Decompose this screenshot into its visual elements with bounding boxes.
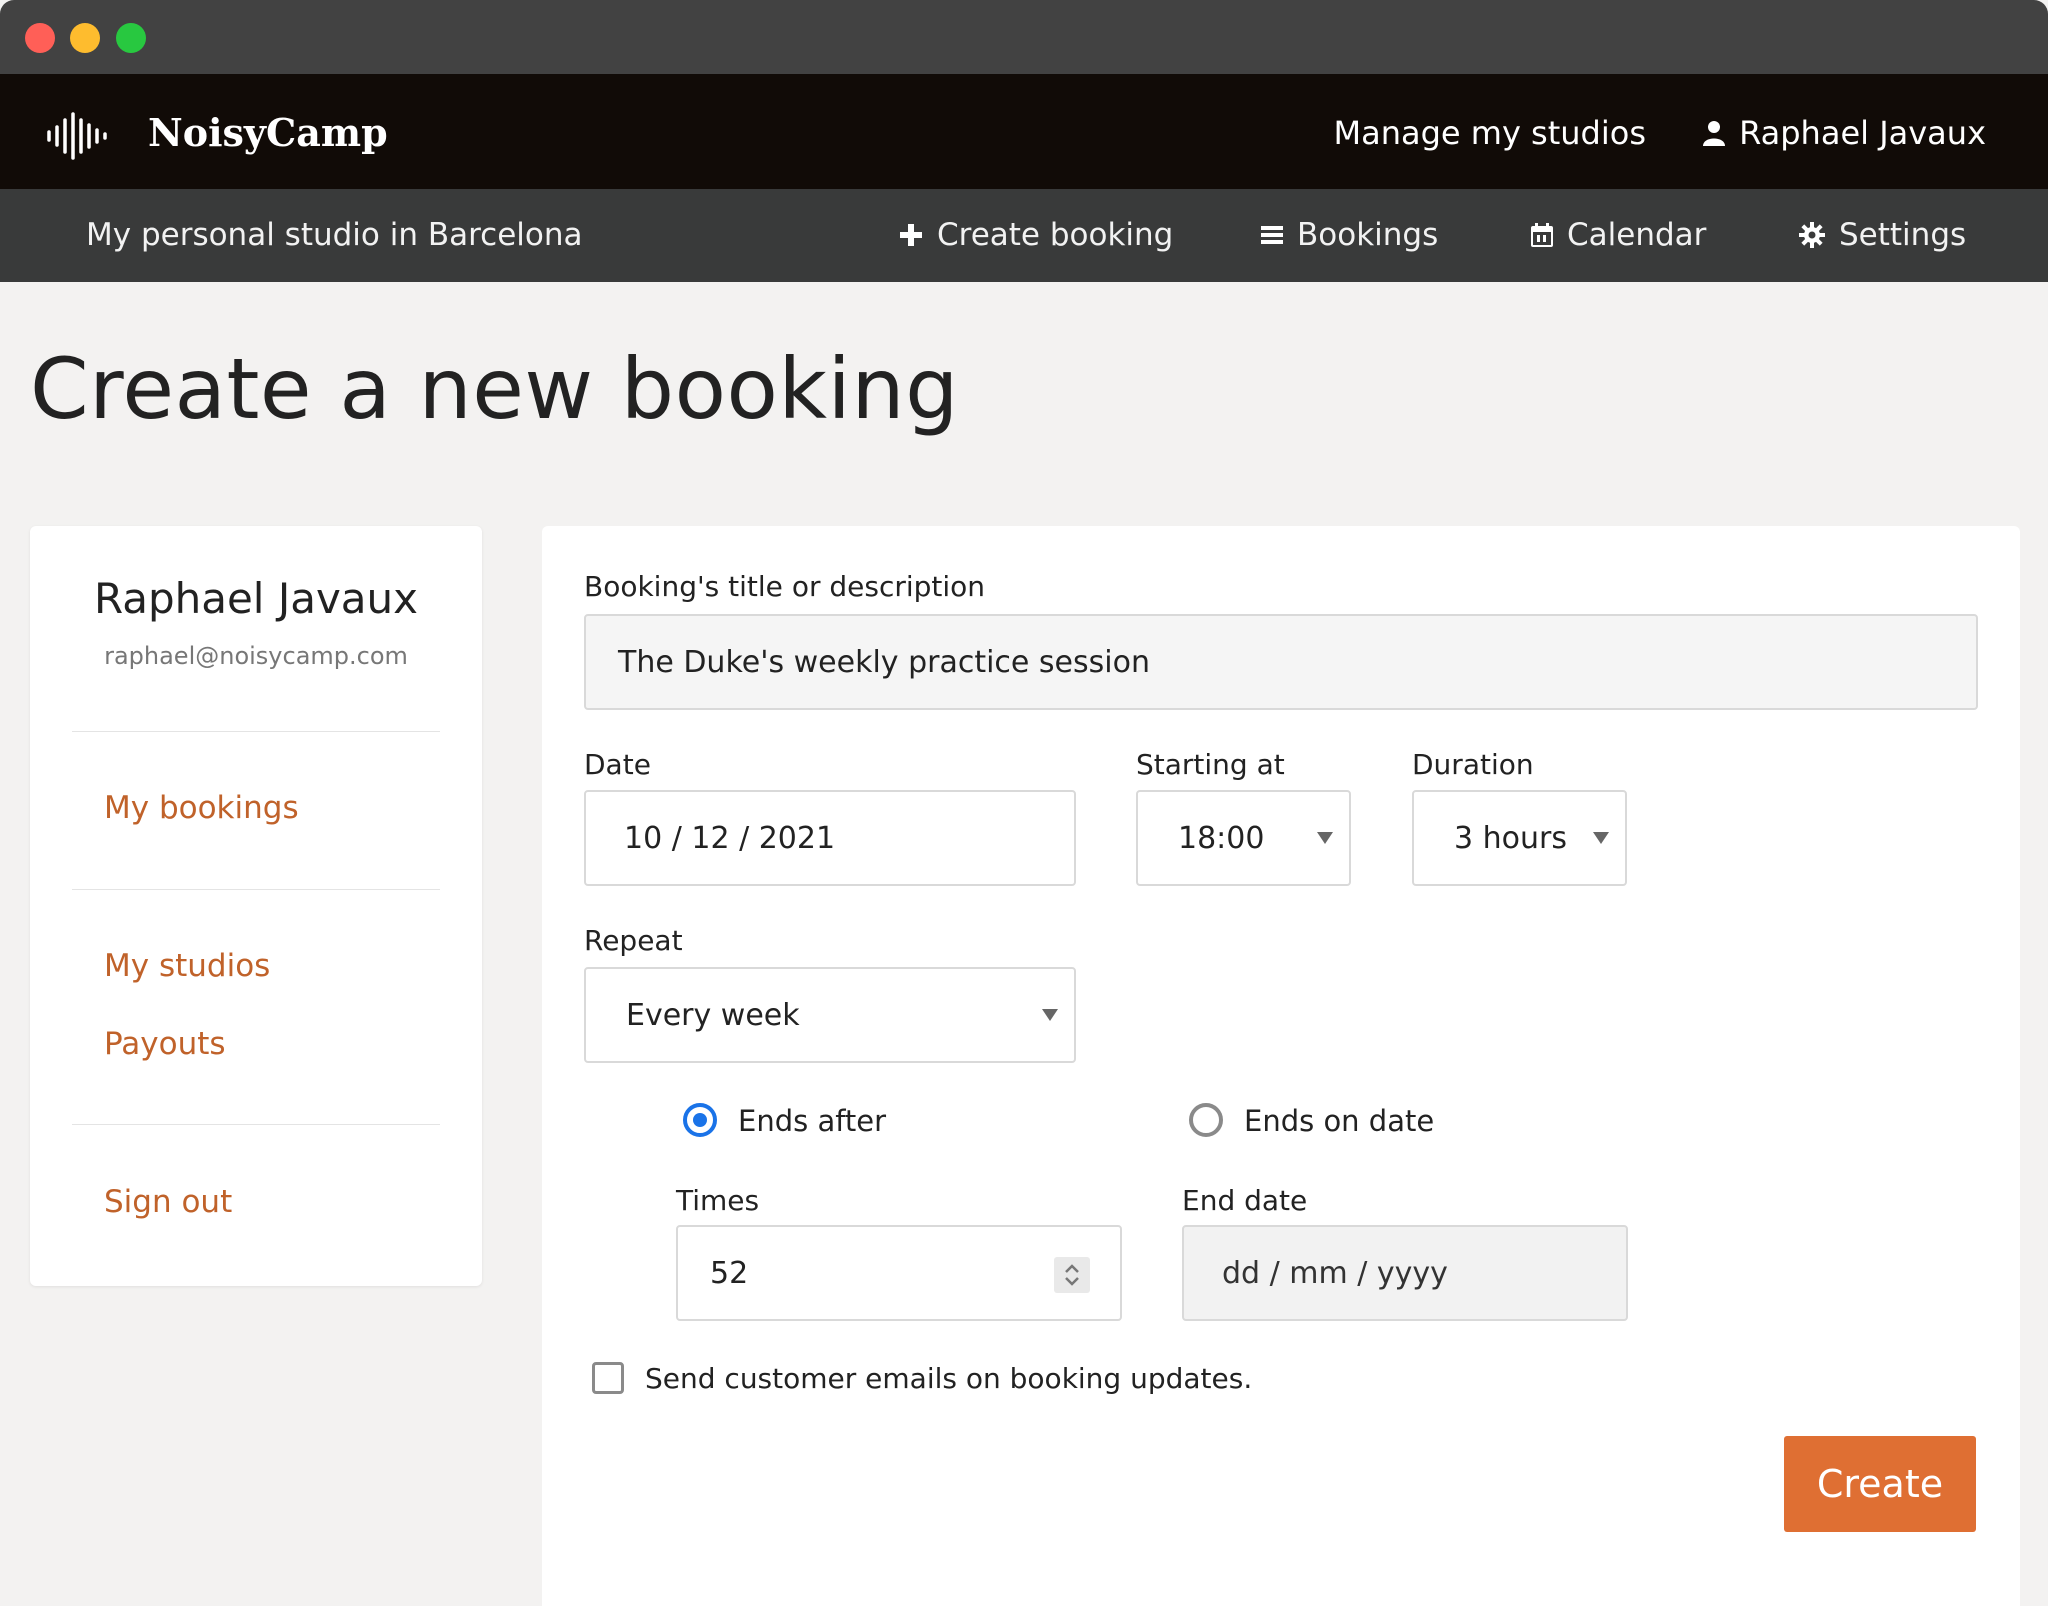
duration-value: 3 hours — [1454, 820, 1567, 856]
maximize-window-button[interactable] — [116, 23, 146, 53]
studio-name[interactable]: My personal studio in Barcelona — [86, 217, 583, 253]
send-emails-label[interactable]: Send customer emails on booking updates. — [645, 1362, 1252, 1395]
start-time-select[interactable]: 18:00 — [1136, 790, 1351, 886]
nav-settings-label: Settings — [1839, 217, 1967, 253]
ends-after-label[interactable]: Ends after — [738, 1104, 886, 1138]
user-name: Raphael Javaux — [1739, 114, 1986, 152]
send-emails-checkbox[interactable] — [592, 1362, 624, 1394]
plus-icon — [900, 224, 922, 246]
minimize-window-button[interactable] — [70, 23, 100, 53]
nav-calendar-label: Calendar — [1567, 217, 1707, 253]
gear-icon — [1799, 222, 1825, 248]
start-time-value: 18:00 — [1178, 820, 1265, 856]
ends-on-date-label[interactable]: Ends on date — [1244, 1104, 1434, 1138]
date-label: Date — [584, 748, 651, 781]
nav-create-booking-label: Create booking — [937, 217, 1174, 253]
duration-select[interactable]: 3 hours — [1412, 790, 1627, 886]
sidebar-divider — [72, 1124, 440, 1125]
sidebar-link-my-studios[interactable]: My studios — [104, 948, 270, 984]
create-button[interactable]: Create — [1784, 1436, 1976, 1532]
chevron-down-icon — [1317, 832, 1333, 844]
times-input[interactable]: 52 — [676, 1225, 1122, 1321]
nav-create-booking[interactable]: Create booking — [899, 217, 1173, 253]
chevron-down-icon — [1042, 1009, 1058, 1021]
title-input-value: The Duke's weekly practice session — [618, 644, 1150, 680]
close-window-button[interactable] — [25, 23, 55, 53]
repeat-value: Every week — [626, 997, 800, 1033]
times-label: Times — [676, 1184, 760, 1217]
start-label: Starting at — [1136, 748, 1285, 781]
repeat-label: Repeat — [584, 924, 683, 957]
user-icon — [1703, 121, 1726, 146]
manage-studios-link[interactable]: Manage my studios — [1333, 114, 1646, 152]
sidebar-divider — [72, 731, 440, 732]
soundwave-logo-icon — [47, 112, 107, 160]
calendar-icon — [1531, 223, 1553, 247]
account-sidebar: Raphael Javaux raphael@noisycamp.com My … — [30, 526, 482, 1286]
end-date-input[interactable]: dd / mm / yyyy — [1182, 1225, 1628, 1321]
sidebar-divider — [72, 889, 440, 890]
repeat-select[interactable]: Every week — [584, 967, 1076, 1063]
ends-after-radio[interactable] — [683, 1103, 717, 1137]
studio-navbar: My personal studio in Barcelona Create b… — [0, 189, 2048, 282]
window-titlebar — [0, 0, 2048, 74]
page-title: Create a new booking — [30, 340, 959, 438]
top-navbar: NoisyCamp Manage my studios Raphael Java… — [0, 74, 2048, 189]
sidebar-link-my-bookings[interactable]: My bookings — [104, 790, 299, 826]
booking-form: Booking's title or description The Duke'… — [542, 526, 2020, 1606]
nav-calendar[interactable]: Calendar — [1531, 217, 1706, 253]
times-value: 52 — [710, 1255, 749, 1291]
list-icon — [1261, 226, 1283, 244]
end-date-placeholder: dd / mm / yyyy — [1222, 1255, 1448, 1291]
date-input[interactable]: 10 / 12 / 2021 — [584, 790, 1076, 886]
sidebar-user-name: Raphael Javaux — [93, 574, 419, 623]
nav-bookings-label: Bookings — [1297, 217, 1439, 253]
title-label: Booking's title or description — [584, 570, 986, 603]
end-date-label: End date — [1182, 1184, 1308, 1217]
duration-label: Duration — [1412, 748, 1534, 781]
nav-bookings[interactable]: Bookings — [1261, 217, 1438, 253]
brand-name[interactable]: NoisyCamp — [148, 110, 388, 155]
stepper-arrows-icon — [1065, 1264, 1079, 1286]
ends-on-date-radio[interactable] — [1189, 1103, 1223, 1137]
chevron-down-icon — [1593, 832, 1609, 844]
sidebar-link-sign-out[interactable]: Sign out — [104, 1184, 232, 1220]
number-stepper[interactable] — [1054, 1257, 1090, 1293]
date-input-value: 10 / 12 / 2021 — [624, 820, 836, 856]
nav-settings[interactable]: Settings — [1799, 217, 1966, 253]
title-input[interactable]: The Duke's weekly practice session — [584, 614, 1978, 710]
sidebar-user-email: raphael@noisycamp.com — [104, 642, 408, 670]
sidebar-link-payouts[interactable]: Payouts — [104, 1026, 226, 1062]
user-menu[interactable]: Raphael Javaux — [1703, 114, 1986, 152]
